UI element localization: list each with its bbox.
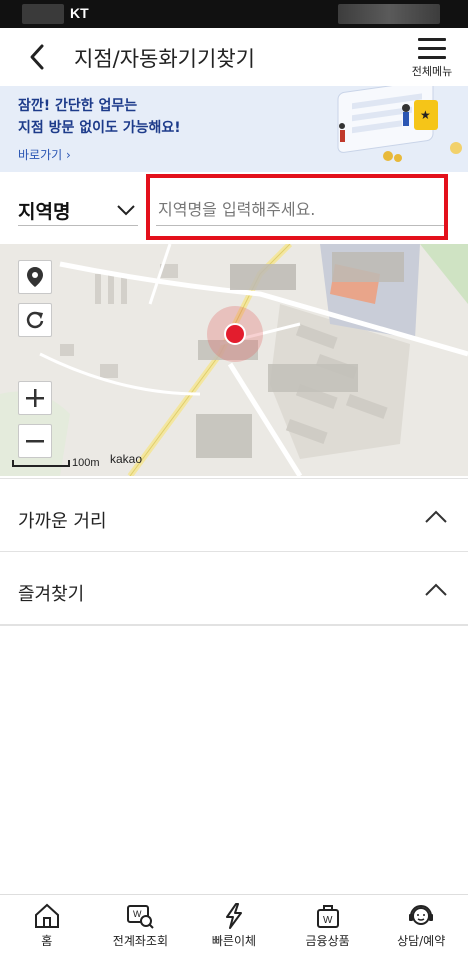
zoom-out-button[interactable] (18, 424, 52, 458)
nav-home-label: 홈 (41, 934, 53, 948)
region-select[interactable]: 지역명 (18, 194, 138, 226)
nav-financial-products-label: 금융상품 (305, 934, 350, 948)
nav-consult-reserve-label: 상담/예약 (397, 934, 446, 948)
chevron-up-icon (425, 510, 447, 523)
zoom-in-button[interactable] (18, 381, 52, 415)
map-tiles (0, 244, 468, 476)
banner-shortcut-link[interactable]: 바로가기 › (18, 146, 71, 163)
hamburger-icon (418, 38, 446, 59)
app-header: 지점/자동화기기찾기 전체메뉴 (0, 28, 468, 86)
banner-line-1: 잠깐! 간단한 업무는 (18, 98, 138, 114)
minus-icon (26, 440, 44, 443)
nav-financial-products[interactable]: W 금융상품 (281, 895, 375, 960)
map-view[interactable]: 100m kakao (0, 244, 468, 476)
full-menu-button[interactable]: 전체메뉴 (404, 36, 460, 84)
banner-illustration: ★ (337, 86, 462, 162)
my-location-button[interactable] (18, 260, 52, 294)
section-nearby-label: 가까운 거리 (18, 511, 107, 532)
scale-bar (12, 460, 70, 467)
svg-text:W: W (133, 909, 142, 919)
section-nearby[interactable]: 가까운 거리 (0, 478, 468, 552)
bottom-navigation: 홈 W 전계좌조회 빠른이체 W 금융상품 상담/예약 (0, 894, 468, 960)
nav-quick-transfer-label: 빠른이체 (211, 934, 257, 948)
nav-consult-reserve[interactable]: 상담/예약 (374, 895, 468, 960)
bag-icon: W (316, 905, 339, 928)
nav-all-accounts-label: 전계좌조회 (112, 934, 168, 948)
map-provider-logo: kakao (110, 452, 143, 466)
search-row: 지역명 (0, 172, 468, 244)
status-bar: KT (0, 0, 468, 28)
refresh-map-button[interactable] (18, 303, 52, 337)
section-favorites[interactable]: 즐겨찾기 (0, 552, 468, 626)
plus-icon (26, 389, 44, 407)
nav-all-accounts[interactable]: W 전계좌조회 (94, 895, 188, 960)
home-icon (34, 903, 59, 928)
refresh-icon (26, 311, 44, 329)
page-title: 지점/자동화기기찾기 (74, 47, 255, 71)
status-icons-blurred (338, 4, 440, 24)
full-menu-label: 전체메뉴 (411, 65, 453, 78)
section-favorites-label: 즐겨찾기 (18, 584, 85, 605)
chevron-down-icon (117, 205, 135, 216)
region-search-input[interactable] (156, 194, 444, 226)
svg-text:W: W (323, 915, 333, 926)
region-select-label: 지역명 (18, 201, 71, 223)
map-pin-icon (27, 267, 43, 287)
lightning-icon (225, 903, 242, 929)
account-search-icon: W (127, 905, 155, 929)
svg-text:★: ★ (420, 108, 431, 122)
carrier-label: KT (70, 5, 89, 21)
chevron-up-icon (425, 583, 447, 596)
banner-line-2: 지점 방문 없이도 가능해요! (18, 120, 181, 136)
headset-icon (409, 905, 434, 925)
nav-home[interactable]: 홈 (0, 895, 94, 960)
scale-label: 100m (72, 457, 100, 469)
chevron-left-icon (30, 44, 44, 70)
promo-banner[interactable]: 잠깐! 간단한 업무는 지점 방문 없이도 가능해요! 바로가기 › ★ (0, 86, 468, 172)
back-button[interactable] (24, 42, 52, 72)
nav-quick-transfer[interactable]: 빠른이체 (187, 895, 281, 960)
status-blurred-block (22, 4, 64, 24)
